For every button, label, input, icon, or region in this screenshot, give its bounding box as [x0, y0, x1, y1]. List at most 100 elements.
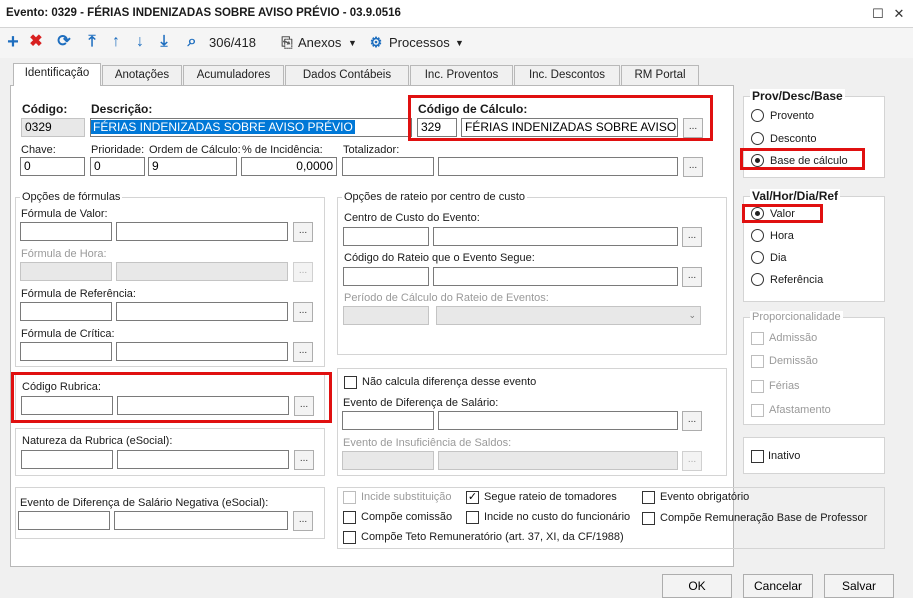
descricao-field[interactable]: FÉRIAS INDENIZADAS SOBRE AVISO PRÉVIO — [90, 118, 412, 137]
inativo-checkbox[interactable] — [751, 450, 764, 463]
hora-radio[interactable] — [751, 229, 764, 242]
admissao-label: Admissão — [769, 332, 818, 344]
formula-hora-code — [20, 262, 112, 281]
salvar-button[interactable]: Salvar — [824, 574, 894, 598]
formula-referencia-label: Fórmula de Referência: — [21, 288, 136, 300]
formula-valor-desc[interactable] — [116, 222, 288, 241]
gear-icon[interactable]: ⚙ — [367, 33, 385, 51]
incidencia-field[interactable]: 0,0000 — [241, 157, 337, 176]
tab-dados-contabeis[interactable]: Dados Contábeis — [285, 65, 409, 85]
formula-critica-lookup-button[interactable]: ... — [293, 342, 313, 362]
prioridade-field[interactable]: 0 — [90, 157, 145, 176]
previous-record-icon[interactable]: ↑ — [107, 33, 125, 51]
referencia-radio[interactable] — [751, 273, 764, 286]
compoe-teto-checkbox[interactable] — [343, 531, 356, 544]
centro-custo-desc[interactable] — [433, 227, 678, 246]
incide-custo-label: Incide no custo do funcionário — [484, 511, 631, 523]
add-icon[interactable]: + — [4, 32, 22, 52]
codigo-rateio-code[interactable] — [343, 267, 429, 286]
inativo-label: Inativo — [768, 450, 801, 462]
nao-calcula-checkbox[interactable] — [344, 376, 357, 389]
evento-diferenca-lookup-button[interactable]: ... — [682, 411, 702, 431]
centro-custo-code[interactable] — [343, 227, 429, 246]
codigo-rateio-lookup-button[interactable]: ... — [682, 267, 702, 287]
highlight-codigo-calculo — [408, 95, 713, 141]
ferias-checkbox — [751, 380, 764, 393]
totalizador-desc-field[interactable] — [438, 157, 678, 176]
compoe-comissao-checkbox[interactable] — [343, 511, 356, 524]
formula-referencia-desc[interactable] — [116, 302, 288, 321]
periodo-calculo-code — [343, 306, 429, 325]
segue-rateio-label: Segue rateio de tomadores — [484, 491, 617, 503]
anexos-menu[interactable]: Anexos — [298, 35, 341, 50]
evento-diferenca-code[interactable] — [342, 411, 434, 430]
dia-radio[interactable] — [751, 251, 764, 264]
search-icon[interactable]: ⌕ — [183, 33, 201, 51]
natureza-rubrica-code[interactable] — [21, 450, 113, 469]
codigo-rateio-label: Código do Rateio que o Evento Segue: — [344, 252, 535, 264]
totalizador-label: Totalizador: — [343, 144, 400, 156]
tab-rm-portal[interactable]: RM Portal — [621, 65, 699, 85]
ok-button[interactable]: OK — [662, 574, 732, 598]
processos-menu[interactable]: Processos — [389, 35, 450, 50]
chevron-down-icon: ⌄ — [688, 310, 696, 320]
natureza-rubrica-lookup-button[interactable]: ... — [294, 450, 314, 470]
chevron-down-icon[interactable]: ▼ — [348, 38, 357, 48]
insuficiencia-desc — [438, 451, 678, 470]
tab-anotacoes[interactable]: Anotações — [102, 65, 182, 85]
attachment-icon[interactable]: ⎘ — [278, 33, 296, 51]
compoe-remuneracao-checkbox[interactable] — [642, 512, 655, 525]
evento-diferenca-desc[interactable] — [438, 411, 678, 430]
tab-inc-proventos[interactable]: Inc. Proventos — [410, 65, 513, 85]
delete-icon[interactable]: ✖ — [27, 33, 45, 51]
maximize-icon[interactable]: ☐ — [870, 6, 886, 22]
first-record-icon[interactable]: ⤒ — [83, 33, 101, 51]
compoe-comissao-label: Compõe comissão — [361, 511, 453, 523]
cancelar-button[interactable]: Cancelar — [743, 574, 813, 598]
formula-critica-code[interactable] — [20, 342, 112, 361]
diferenca-negativa-lookup-button[interactable]: ... — [293, 511, 313, 531]
natureza-rubrica-desc[interactable] — [117, 450, 289, 469]
descricao-label: Descrição: — [91, 102, 153, 116]
totalizador-code-field[interactable] — [342, 157, 434, 176]
natureza-rubrica-label: Natureza da Rubrica (eSocial): — [22, 435, 173, 447]
highlight-base-calculo — [740, 148, 865, 170]
codigo-rateio-desc[interactable] — [433, 267, 678, 286]
tab-acumuladores[interactable]: Acumuladores — [183, 65, 284, 85]
referencia-label: Referência — [770, 274, 824, 286]
chevron-down-icon[interactable]: ▼ — [455, 38, 464, 48]
refresh-icon[interactable]: ⟳ — [55, 33, 73, 51]
tab-identificacao[interactable]: Identificação — [13, 63, 101, 86]
formula-critica-label: Fórmula de Crítica: — [21, 328, 115, 340]
close-icon[interactable]: ✕ — [891, 6, 907, 22]
provento-radio[interactable] — [751, 109, 764, 122]
incide-substituicao-checkbox — [343, 491, 356, 504]
diferenca-negativa-desc[interactable] — [114, 511, 288, 530]
formula-critica-desc[interactable] — [116, 342, 288, 361]
last-record-icon[interactable]: ⤓ — [155, 33, 173, 51]
diferenca-negativa-code[interactable] — [18, 511, 110, 530]
chave-label: Chave: — [21, 144, 56, 156]
provento-label: Provento — [770, 110, 815, 122]
desconto-radio[interactable] — [751, 132, 764, 145]
evento-obrigatorio-checkbox[interactable] — [642, 491, 655, 504]
ordem-calculo-field[interactable]: 9 — [148, 157, 237, 176]
centro-custo-lookup-button[interactable]: ... — [682, 227, 702, 247]
formula-referencia-code[interactable] — [20, 302, 112, 321]
next-record-icon[interactable]: ↓ — [131, 33, 149, 51]
formula-valor-lookup-button[interactable]: ... — [293, 222, 313, 242]
formula-valor-code[interactable] — [20, 222, 112, 241]
demissao-checkbox — [751, 355, 764, 368]
formula-hora-desc — [116, 262, 288, 281]
chave-field[interactable]: 0 — [20, 157, 85, 176]
descricao-value: FÉRIAS INDENIZADAS SOBRE AVISO PRÉVIO — [91, 120, 355, 134]
tab-inc-descontos[interactable]: Inc. Descontos — [514, 65, 620, 85]
codigo-field[interactable]: 0329 — [21, 118, 85, 137]
segue-rateio-checkbox[interactable]: ✓ — [466, 491, 479, 504]
record-counter: 306/418 — [209, 35, 256, 50]
dia-label: Dia — [770, 252, 787, 264]
totalizador-lookup-button[interactable]: ... — [683, 157, 703, 177]
incide-custo-checkbox[interactable] — [466, 511, 479, 524]
formula-referencia-lookup-button[interactable]: ... — [293, 302, 313, 322]
inativo-group — [743, 437, 885, 474]
